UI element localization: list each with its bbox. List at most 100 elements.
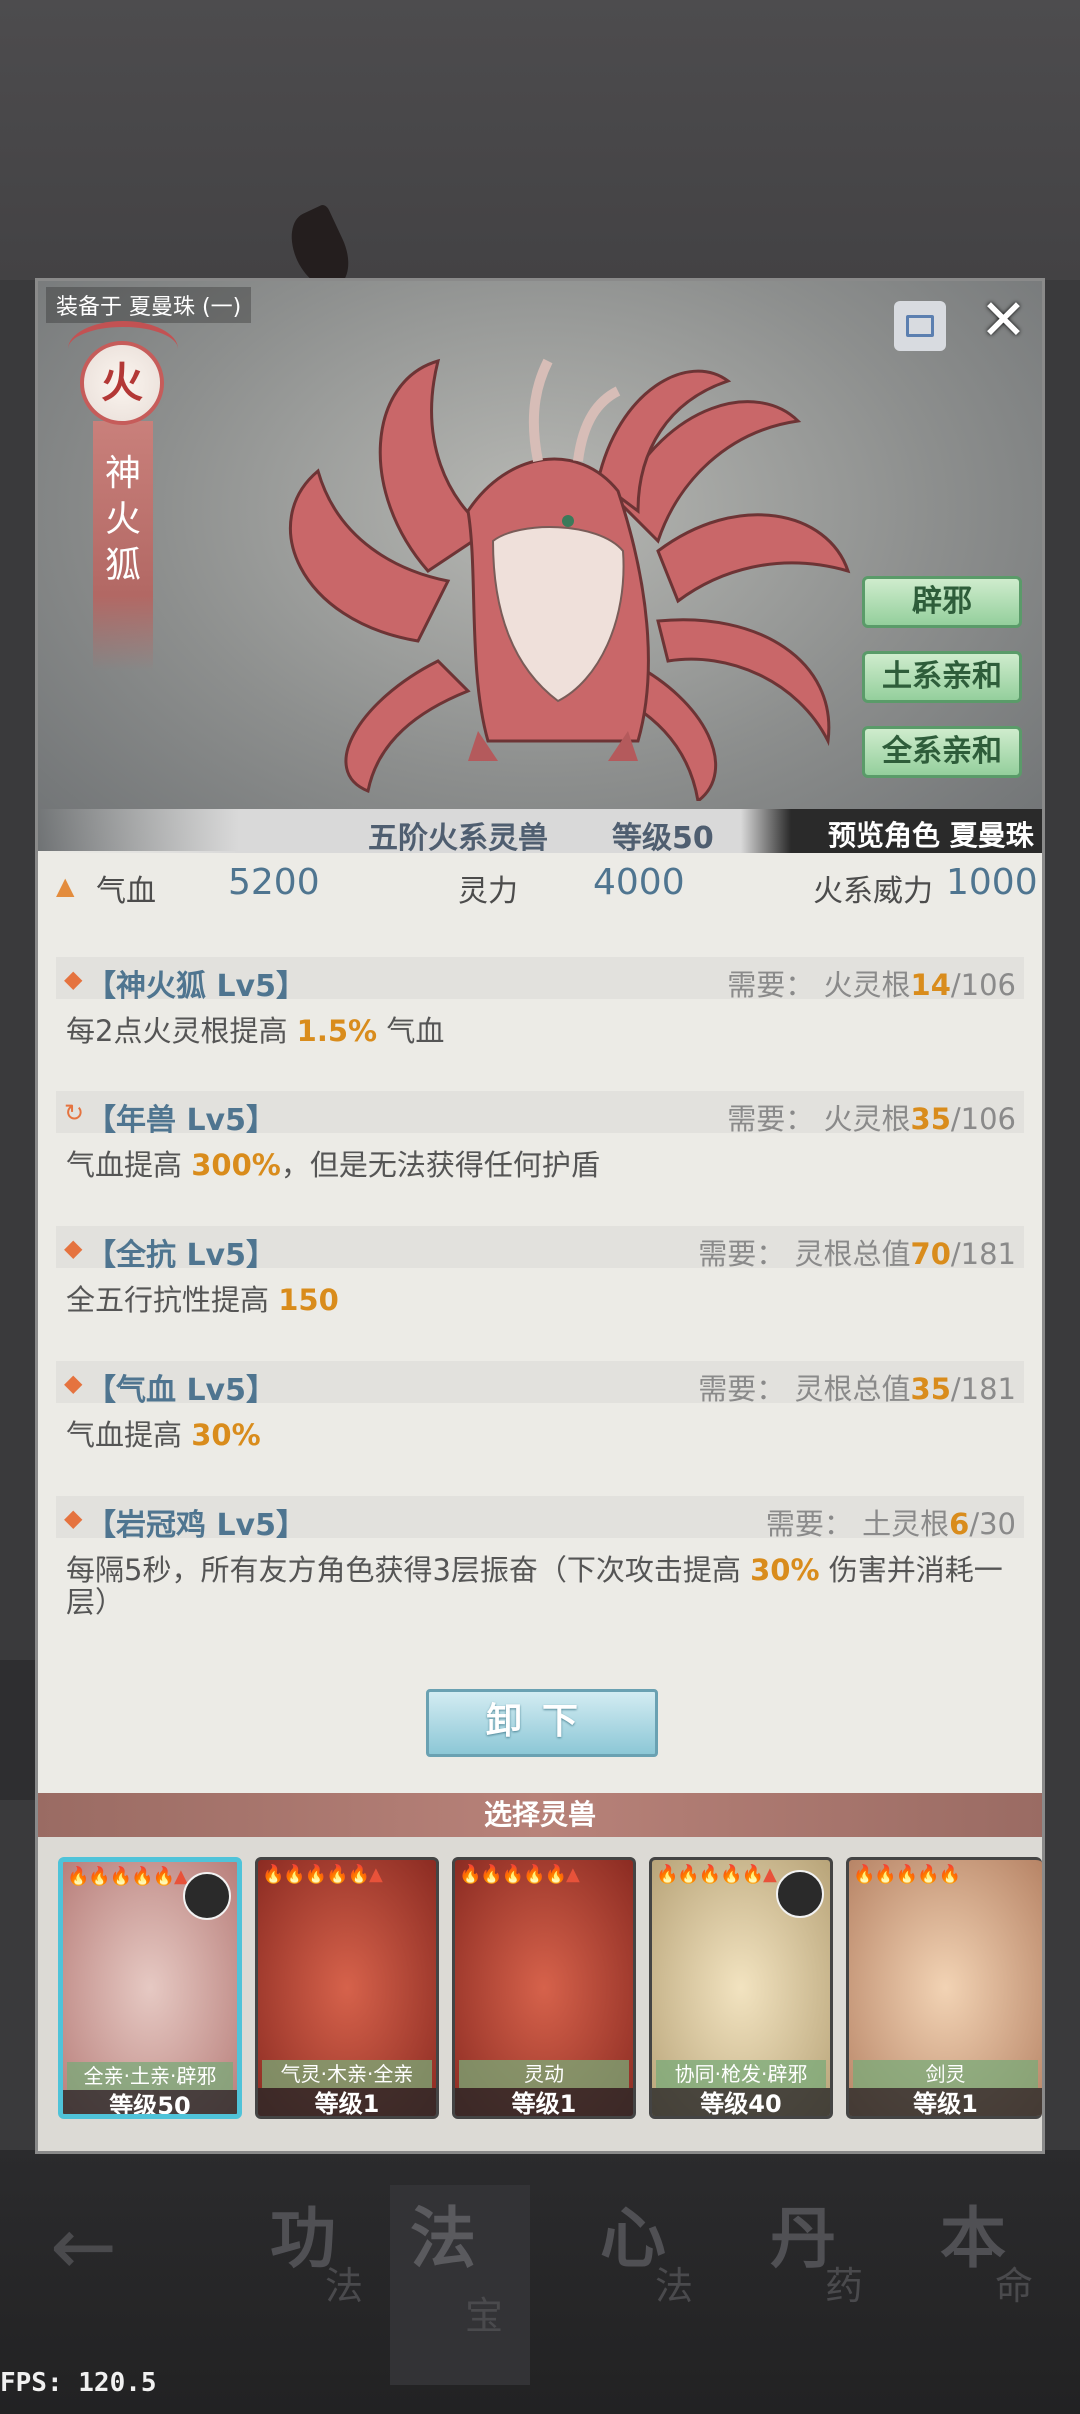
spirit-beast-panel: 装备于 夏曼珠 (一) ✕ 火 神火狐 辟邪 土系亲和 全系亲和 五阶火系灵兽 … [35, 278, 1045, 2154]
req-type: 灵根总值 [794, 1237, 911, 1271]
nav-tab-danyao[interactable]: 丹 药 [750, 2185, 890, 2335]
stat-label-spirit: 灵力 [458, 874, 518, 909]
nav-tab-xinfa[interactable]: 心 法 [580, 2185, 720, 2335]
req-label: 需要： [727, 1102, 815, 1136]
diamond-icon: ◆ [64, 1369, 83, 1397]
desc-highlight: 150 [278, 1283, 339, 1317]
card-level: 等级1 [849, 2088, 1042, 2116]
background-side-panel [0, 1660, 40, 1800]
req-label: 需要： [765, 1507, 853, 1541]
stat-value-spirit: 4000 [593, 862, 685, 903]
beast-selection-list[interactable]: 🔥🔥🔥🔥🔥▲ 全亲·土亲·辟邪 等级50 🔥🔥🔥🔥🔥▲ 气灵·木亲·全亲 等级1… [38, 1837, 1042, 2151]
star-rating: 🔥🔥🔥🔥🔥▲ [656, 1864, 777, 1885]
card-level: 等级1 [455, 2088, 633, 2116]
beast-card[interactable]: 🔥🔥🔥🔥🔥▲ 灵动 等级1 [452, 1857, 636, 2119]
fire-element-badge: 火 [80, 341, 164, 425]
req-label: 需要： [698, 1237, 786, 1271]
skill-name: 【神火狐 Lv5】 [86, 969, 306, 1004]
skill-description: 全五行抗性提高 150 [66, 1284, 1024, 1316]
equipped-on-label: 装备于 夏曼珠 (一) [46, 287, 252, 323]
desc-highlight: 30% [191, 1418, 261, 1452]
star-rating: 🔥🔥🔥🔥🔥▲ [459, 1864, 580, 1885]
req-max: /30 [969, 1507, 1016, 1541]
skill-requirement: 需要： 火灵根14/106 [727, 962, 1016, 1004]
skill-description: 气血提高 30% [66, 1419, 1024, 1451]
skill-entry: ◆ 【岩冠鸡 Lv5】 需要： 土灵根6/30 每隔5秒，所有友方角色获得3层振… [56, 1496, 1024, 1618]
background-top [0, 0, 1080, 280]
req-type: 灵根总值 [794, 1372, 911, 1406]
req-type: 火灵根 [823, 968, 911, 1002]
skill-name: 【岩冠鸡 Lv5】 [86, 1508, 306, 1543]
desc-highlight: 300% [191, 1148, 281, 1182]
trait-button-all-affinity[interactable]: 全系亲和 [862, 726, 1022, 778]
trait-button-bixie[interactable]: 辟邪 [862, 576, 1022, 628]
nav-tab-small-char: 命 [995, 2264, 1034, 2308]
card-traits: 全亲·土亲·辟邪 [67, 2062, 233, 2090]
req-current: 6 [949, 1507, 970, 1541]
skill-description: 每隔5秒，所有友方角色获得3层振奋（下次攻击提高 30% 伤害并消耗一层） [66, 1554, 1024, 1618]
skill-requirement: 需要： 土灵根6/30 [766, 1501, 1016, 1543]
trait-button-earth-affinity[interactable]: 土系亲和 [862, 651, 1022, 703]
card-traits: 协同·枪发·辟邪 [656, 2060, 826, 2088]
req-label: 需要： [727, 968, 815, 1002]
close-icon[interactable]: ✕ [980, 293, 1027, 349]
req-max: /181 [950, 1237, 1016, 1271]
select-beast-header: 选择灵兽 [38, 1793, 1042, 1837]
skill-requirement: 需要： 灵根总值35/181 [698, 1366, 1016, 1408]
desc-text: 气血提高 [66, 1418, 192, 1452]
desc-text: ，但是无法获得任何护盾 [280, 1148, 600, 1182]
beast-card[interactable]: 🔥🔥🔥🔥🔥▲ 协同·枪发·辟邪 等级40 [649, 1857, 833, 2119]
nav-tab-gongfa[interactable]: 功 法 [250, 2185, 390, 2335]
desc-text: 气血提高 [66, 1148, 192, 1182]
diamond-icon: ◆ [64, 965, 83, 993]
skill-requirement: 需要： 火灵根35/106 [727, 1096, 1016, 1138]
desc-text: 每隔5秒，所有友方角色获得3层振奋（下次攻击提高 [66, 1553, 751, 1587]
stat-label-hp: 气血 [96, 874, 156, 909]
star-rating: 🔥🔥🔥🔥🔥▲ [67, 1866, 188, 1887]
nav-tab-fabao[interactable]: 法 宝 [390, 2185, 530, 2385]
skill-description: 气血提高 300%，但是无法获得任何护盾 [66, 1149, 1024, 1181]
skill-entry: ↻ 【年兽 Lv5】 需要： 火灵根35/106 气血提高 300%，但是无法获… [56, 1091, 1024, 1181]
req-current: 35 [910, 1372, 951, 1406]
back-arrow-icon[interactable]: ← [50, 2200, 117, 2293]
stat-label-fire-power: 火系威力 [813, 874, 933, 909]
beast-level: 等级50 [612, 821, 714, 856]
card-traits: 剑灵 [853, 2060, 1038, 2088]
nav-tab-big-char: 法 [410, 2200, 476, 2277]
desc-text: 每2点火灵根提高 [66, 1014, 297, 1048]
card-level: 等级40 [652, 2088, 830, 2116]
beast-card[interactable]: 🔥🔥🔥🔥🔥▲ 全亲·土亲·辟邪 等级50 [58, 1857, 242, 2119]
info-card-icon[interactable] [894, 301, 946, 351]
skill-name: 【年兽 Lv5】 [86, 1103, 276, 1138]
unequip-button[interactable]: 卸下 [426, 1689, 658, 1757]
desc-text: 全五行抗性提高 [66, 1283, 279, 1317]
req-max: /106 [950, 1102, 1016, 1136]
star-rating: 🔥🔥🔥🔥🔥▲ [262, 1864, 383, 1885]
skill-requirement: 需要： 灵根总值70/181 [698, 1231, 1016, 1273]
nav-tab-small-char: 宝 [465, 2294, 504, 2338]
skill-description: 每2点火灵根提高 1.5% 气血 [66, 1015, 1024, 1047]
beast-card[interactable]: 🔥🔥🔥🔥🔥▲ 气灵·木亲·全亲 等级1 [255, 1857, 439, 2119]
stat-value-hp: 5200 [228, 862, 320, 903]
nav-tab-benming[interactable]: 本 命 [920, 2185, 1060, 2335]
desc-highlight: 1.5% [296, 1014, 378, 1048]
stat-value-fire-power: 1000 [946, 862, 1038, 903]
skill-header: ◆ 【气血 Lv5】 需要： 灵根总值35/181 [56, 1361, 1024, 1408]
req-current: 35 [910, 1102, 951, 1136]
nav-tab-small-char: 法 [325, 2264, 364, 2308]
star-rating: 🔥🔥🔥🔥🔥 [853, 1864, 961, 1885]
desc-text: 气血 [377, 1014, 445, 1048]
skill-name: 【气血 Lv5】 [86, 1373, 276, 1408]
req-max: /181 [950, 1372, 1016, 1406]
skill-entry: ◆ 【气血 Lv5】 需要： 灵根总值35/181 气血提高 30% [56, 1361, 1024, 1451]
nav-tab-small-char: 药 [825, 2264, 864, 2308]
req-type: 火灵根 [823, 1102, 911, 1136]
stat-up-triangle-icon: ▲ [56, 872, 75, 900]
cycle-icon: ↻ [64, 1099, 85, 1127]
req-current: 14 [910, 968, 951, 1002]
beast-name: 神火狐 [105, 453, 142, 586]
beast-card[interactable]: 🔥🔥🔥🔥🔥 剑灵 等级1 [846, 1857, 1042, 2119]
desc-highlight: 30% [750, 1553, 820, 1587]
bottom-nav-bar [0, 2150, 1080, 2414]
skill-header: ◆ 【岩冠鸡 Lv5】 需要： 土灵根6/30 [56, 1496, 1024, 1543]
